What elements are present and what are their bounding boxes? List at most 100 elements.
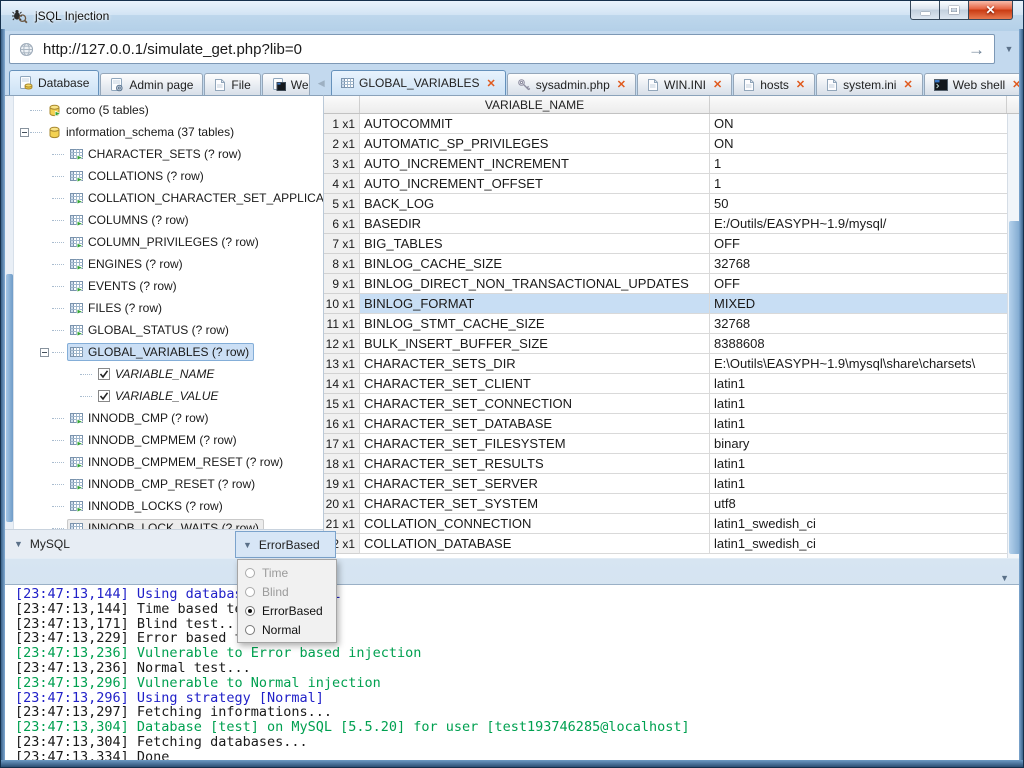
tree-node[interactable]: INNODB_CMPMEM_RESET (? row) — [67, 453, 288, 471]
minimize-button[interactable] — [910, 1, 939, 20]
tree-scrollbar[interactable] — [5, 96, 14, 529]
variable-value-cell[interactable]: latin1_swedish_ci — [710, 534, 1021, 554]
variable-name-cell[interactable]: COLLATION_CONNECTION — [360, 514, 710, 534]
url-history-dropdown[interactable]: ▼ — [1000, 34, 1018, 64]
collapse-expander-icon[interactable] — [40, 348, 49, 357]
manager-tab-admin-page[interactable]: Admin page — [100, 73, 203, 95]
close-tab-icon[interactable] — [796, 78, 805, 91]
variable-value-cell[interactable]: utf8 — [710, 494, 1021, 514]
tree-node[interactable]: GLOBAL_STATUS (? row) — [67, 321, 234, 339]
tree-node[interactable]: COLLATIONS (? row) — [67, 167, 209, 185]
variable-value-header[interactable] — [710, 96, 1007, 113]
table-row[interactable]: 21 x1COLLATION_CONNECTIONlatin1_swedish_… — [324, 514, 1021, 534]
variable-value-cell[interactable]: latin1 — [710, 394, 1021, 414]
tree-node[interactable]: INNODB_LOCKS (? row) — [67, 497, 228, 515]
tree-row-character-sets[interactable]: CHARACTER_SETS (? row) — [15, 143, 323, 165]
variable-name-cell[interactable]: CHARACTER_SET_DATABASE — [360, 414, 710, 434]
tree-node[interactable]: INNODB_CMP (? row) — [67, 409, 213, 427]
url-input[interactable]: http://127.0.0.1/simulate_get.php?lib=0 … — [9, 34, 995, 64]
close-tab-icon[interactable] — [617, 78, 626, 91]
vendor-combobox[interactable]: ▼ MySQL — [14, 537, 70, 551]
variable-value-cell[interactable]: 32768 — [710, 314, 1021, 334]
variable-value-cell[interactable]: 1 — [710, 174, 1021, 194]
table-row[interactable]: 5 x1BACK_LOG50 — [324, 194, 1021, 214]
tree-node[interactable]: COLUMNS (? row) — [67, 211, 194, 229]
tree-row-collation-character-set-applicability[interactable]: COLLATION_CHARACTER_SET_APPLICABILITY — [15, 187, 323, 209]
variable-name-cell[interactable]: BIG_TABLES — [360, 234, 710, 254]
variable-value-cell[interactable]: latin1_swedish_ci — [710, 514, 1021, 534]
table-row[interactable]: 8 x1BINLOG_CACHE_SIZE32768 — [324, 254, 1021, 274]
tree-row-global-status[interactable]: GLOBAL_STATUS (? row) — [15, 319, 323, 341]
result-tab-win-ini[interactable]: WIN.INI — [637, 73, 732, 95]
table-row[interactable]: 9 x1BINLOG_DIRECT_NON_TRANSACTIONAL_UPDA… — [324, 274, 1021, 294]
variable-name-cell[interactable]: BACK_LOG — [360, 194, 710, 214]
tree-node[interactable]: GLOBAL_VARIABLES (? row) — [67, 343, 254, 361]
table-row[interactable]: 13 x1CHARACTER_SETS_DIRE:\Outils\EASYPH~… — [324, 354, 1021, 374]
table-row[interactable]: 6 x1BASEDIRE:/Outils/EASYPH~1.9/mysql/ — [324, 214, 1021, 234]
table-row[interactable]: 15 x1CHARACTER_SET_CONNECTIONlatin1 — [324, 394, 1021, 414]
tree-node[interactable]: COLUMN_PRIVILEGES (? row) — [67, 233, 264, 251]
variable-name-cell[interactable]: CHARACTER_SET_CONNECTION — [360, 394, 710, 414]
tree-row-variable-value[interactable]: VARIABLE_VALUE — [15, 385, 323, 407]
tree-node[interactable]: INNODB_CMP_RESET (? row) — [67, 475, 260, 493]
tree-row-innodb-lock-waits[interactable]: INNODB_LOCK_WAITS (? row) — [15, 517, 323, 529]
variable-name-cell[interactable]: CHARACTER_SETS_DIR — [360, 354, 710, 374]
table-row[interactable]: 10 x1BINLOG_FORMATMIXED — [324, 294, 1021, 314]
variable-value-cell[interactable]: MIXED — [710, 294, 1021, 314]
tree-row-columns[interactable]: COLUMNS (? row) — [15, 209, 323, 231]
strategy-menu-item-normal[interactable]: Normal — [238, 620, 336, 639]
variable-name-cell[interactable]: AUTOCOMMIT — [360, 114, 710, 134]
variable-name-cell[interactable]: CHARACTER_SET_RESULTS — [360, 454, 710, 474]
variable-name-cell[interactable]: BASEDIR — [360, 214, 710, 234]
tree-node[interactable]: ENGINES (? row) — [67, 255, 188, 273]
close-tab-icon[interactable] — [903, 78, 912, 91]
tree-row-global-variables[interactable]: GLOBAL_VARIABLES (? row) — [15, 341, 323, 363]
manager-tab-database[interactable]: Database — [9, 70, 99, 95]
tree-row-innodb-locks[interactable]: INNODB_LOCKS (? row) — [15, 495, 323, 517]
variable-value-cell[interactable]: 1 — [710, 154, 1021, 174]
table-row[interactable]: 22 x1COLLATION_DATABASElatin1_swedish_ci — [324, 534, 1021, 554]
variable-name-cell[interactable]: CHARACTER_SET_SYSTEM — [360, 494, 710, 514]
variable-value-cell[interactable]: OFF — [710, 234, 1021, 254]
close-button[interactable]: ✕ — [968, 1, 1013, 20]
close-tab-icon[interactable] — [487, 77, 496, 90]
table-row[interactable]: 14 x1CHARACTER_SET_CLIENTlatin1 — [324, 374, 1021, 394]
variable-value-cell[interactable]: 8388608 — [710, 334, 1021, 354]
tree-node[interactable]: VARIABLE_VALUE — [95, 387, 223, 405]
tree-node[interactable]: VARIABLE_NAME — [95, 365, 219, 383]
tree-row-information-schema[interactable]: information_schema (37 tables) — [15, 121, 323, 143]
console-tab-overflow-dropdown[interactable]: ▼ — [1000, 568, 1009, 586]
variable-name-cell[interactable]: BINLOG_FORMAT — [360, 294, 710, 314]
result-tab-web-shell[interactable]: Web shell — [924, 73, 1024, 95]
variable-value-cell[interactable]: latin1 — [710, 414, 1021, 434]
result-tab-hosts[interactable]: hosts — [733, 73, 815, 95]
variable-value-cell[interactable]: ON — [710, 134, 1021, 154]
variable-name-cell[interactable]: AUTO_INCREMENT_OFFSET — [360, 174, 710, 194]
collapse-expander-icon[interactable] — [20, 128, 29, 137]
variable-value-cell[interactable]: E:/Outils/EASYPH~1.9/mysql/ — [710, 214, 1021, 234]
variable-name-cell[interactable]: COLLATION_DATABASE — [360, 534, 710, 554]
variable-value-cell[interactable]: 50 — [710, 194, 1021, 214]
title-bar[interactable]: jSQL Injection ✕ — [1, 1, 1023, 31]
table-row[interactable]: 1 x1AUTOCOMMITON — [324, 114, 1021, 134]
table-row[interactable]: 16 x1CHARACTER_SET_DATABASElatin1 — [324, 414, 1021, 434]
close-tab-icon[interactable] — [713, 78, 722, 91]
tree-node[interactable]: INNODB_CMPMEM (? row) — [67, 431, 242, 449]
result-tab-sysadmin-php[interactable]: sysadmin.php — [507, 73, 636, 95]
tree-row-column-privileges[interactable]: COLUMN_PRIVILEGES (? row) — [15, 231, 323, 253]
variable-value-cell[interactable]: latin1 — [710, 374, 1021, 394]
variable-name-header[interactable]: VARIABLE_NAME — [360, 96, 710, 113]
table-row[interactable]: 12 x1BULK_INSERT_BUFFER_SIZE8388608 — [324, 334, 1021, 354]
tree-node[interactable]: como (5 tables) — [45, 101, 154, 119]
variable-name-cell[interactable]: BINLOG_STMT_CACHE_SIZE — [360, 314, 710, 334]
tree-node[interactable]: EVENTS (? row) — [67, 277, 182, 295]
table-row[interactable]: 7 x1BIG_TABLESOFF — [324, 234, 1021, 254]
tree-row-engines[interactable]: ENGINES (? row) — [15, 253, 323, 275]
variable-name-cell[interactable]: BULK_INSERT_BUFFER_SIZE — [360, 334, 710, 354]
table-row[interactable]: 2 x1AUTOMATIC_SP_PRIVILEGESON — [324, 134, 1021, 154]
tree-node[interactable]: COLLATION_CHARACTER_SET_APPLICABILITY — [67, 189, 323, 207]
variable-value-cell[interactable]: OFF — [710, 274, 1021, 294]
tree-row-collations[interactable]: COLLATIONS (? row) — [15, 165, 323, 187]
variable-name-cell[interactable]: BINLOG_DIRECT_NON_TRANSACTIONAL_UPDATES — [360, 274, 710, 294]
variable-name-cell[interactable]: AUTOMATIC_SP_PRIVILEGES — [360, 134, 710, 154]
